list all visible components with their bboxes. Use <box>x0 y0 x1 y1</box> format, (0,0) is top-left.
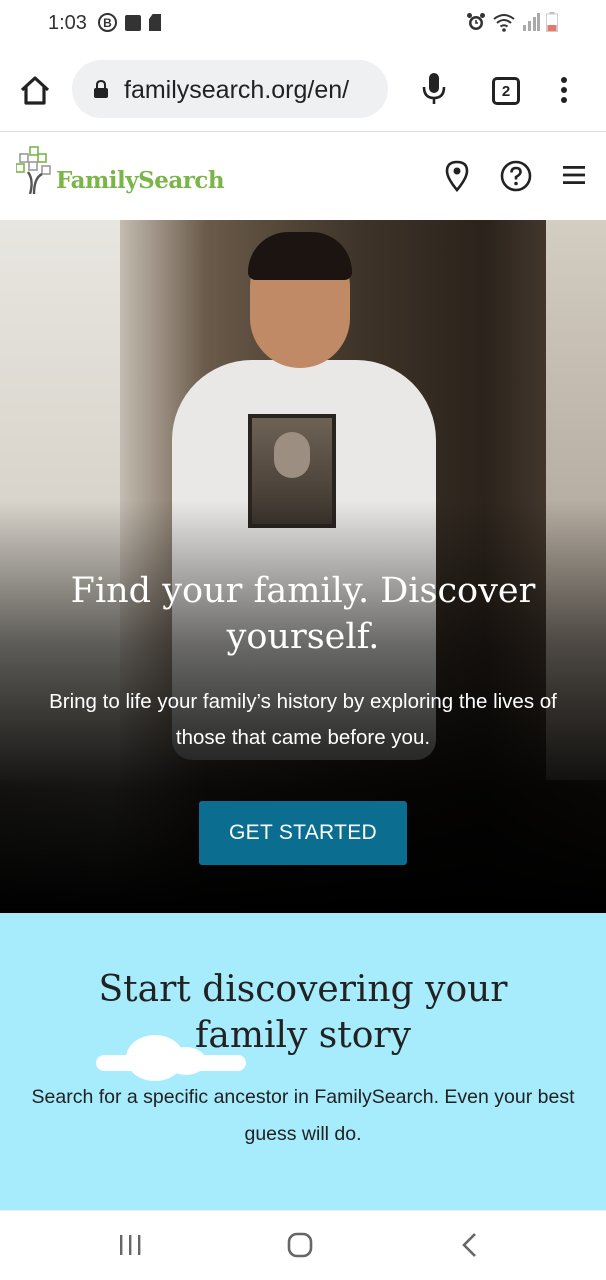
home-icon[interactable] <box>18 74 52 108</box>
status-left-icons: B <box>98 13 161 32</box>
status-bar: 1:03 B <box>0 0 606 48</box>
alarm-icon <box>467 13 485 30</box>
hero-title: Find your family. Discover yourself. <box>70 571 536 657</box>
get-started-button[interactable]: GET STARTED <box>199 801 407 865</box>
familysearch-logo[interactable]: FamilySearch <box>16 146 225 194</box>
b-circle-icon: B <box>98 13 117 32</box>
site-header: FamilySearch <box>0 132 606 220</box>
help-icon[interactable] <box>500 160 532 192</box>
home-nav-icon[interactable] <box>286 1231 314 1259</box>
tree-logo-icon <box>16 146 51 194</box>
address-bar[interactable]: familysearch.org/en/ <box>72 60 388 118</box>
battery-low-icon <box>546 12 558 32</box>
discover-section: Start discovering your family story Sear… <box>0 913 606 1210</box>
hamburger-menu-icon[interactable] <box>563 165 585 185</box>
sd-card-icon <box>149 14 161 31</box>
status-time: 1:03 <box>48 12 87 34</box>
tabs-icon[interactable]: 2 <box>492 77 520 105</box>
status-right-icons <box>466 12 558 32</box>
hero-section: Find your family. Discover yourself. Bri… <box>0 220 606 913</box>
url-text: familysearch.org/en/ <box>124 76 350 104</box>
system-nav-bar <box>0 1210 606 1280</box>
mic-icon[interactable] <box>420 72 448 106</box>
signal-icon <box>523 13 540 31</box>
recent-apps-icon[interactable] <box>118 1233 142 1257</box>
discover-title: Start discovering your family story <box>98 969 508 1056</box>
hero-subtitle: Bring to life your family’s history by e… <box>49 690 557 749</box>
discover-text: Search for a specific ancestor in Family… <box>31 1086 575 1145</box>
more-vert-icon[interactable] <box>560 76 568 104</box>
location-pin-icon[interactable] <box>445 160 469 192</box>
image-icon <box>125 14 141 31</box>
wifi-icon <box>493 14 515 32</box>
lock-icon <box>94 80 108 98</box>
logo-text: FamilySearch <box>56 167 225 194</box>
browser-toolbar: familysearch.org/en/ 2 <box>0 48 606 132</box>
back-icon[interactable] <box>460 1231 480 1259</box>
